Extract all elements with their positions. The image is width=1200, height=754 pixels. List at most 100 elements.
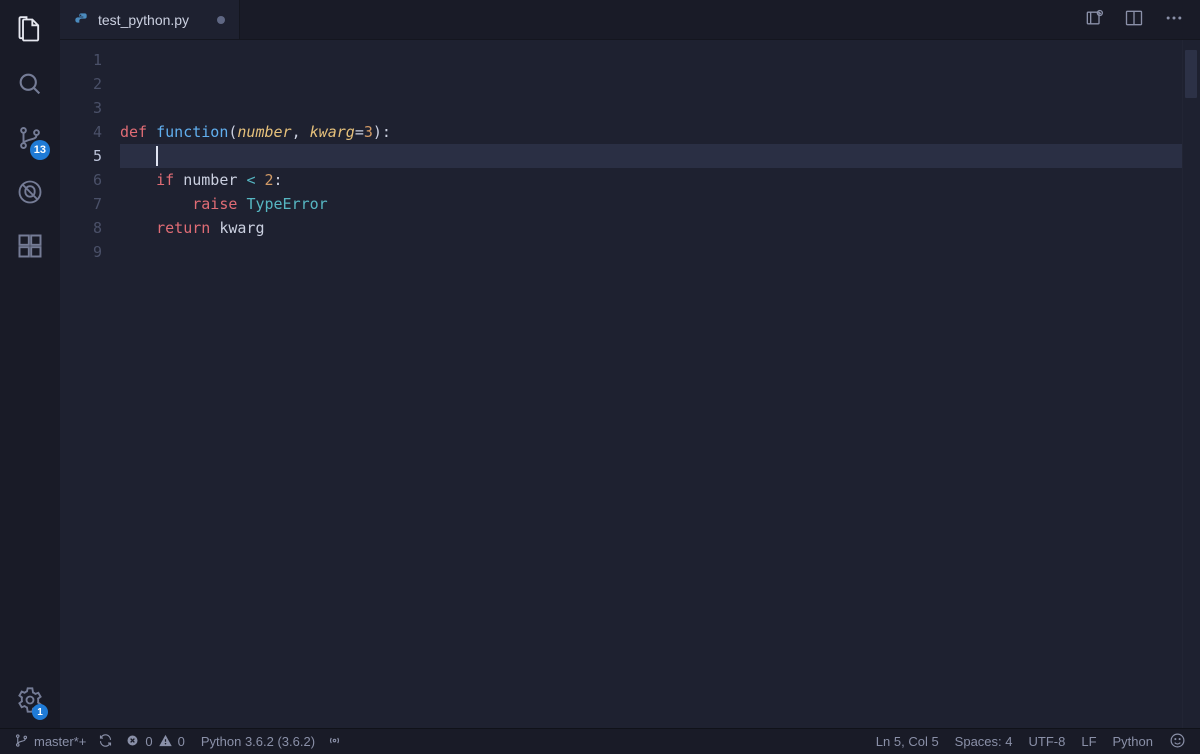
encoding-label: UTF-8: [1029, 734, 1066, 749]
split-editor-button[interactable]: [1116, 2, 1152, 38]
encoding-status[interactable]: UTF-8: [1021, 729, 1074, 754]
spacer: [240, 0, 1068, 39]
eol-label: LF: [1081, 734, 1096, 749]
warning-count: 0: [178, 734, 185, 749]
minimap[interactable]: [1182, 40, 1200, 728]
code-token: [120, 219, 156, 237]
code-token: kwarg: [219, 219, 264, 237]
cursor-position-label: Ln 5, Col 5: [876, 734, 939, 749]
code-line[interactable]: [120, 48, 1182, 72]
code-token: raise: [192, 195, 246, 213]
extensions-icon: [16, 232, 44, 263]
code-token: [120, 171, 156, 189]
line-number: 8: [60, 216, 120, 240]
code-line[interactable]: [120, 144, 1182, 168]
interpreter-label: Python 3.6.2 (3.6.2): [201, 734, 315, 749]
code-content[interactable]: def function(number, kwarg=3): if number…: [120, 40, 1182, 728]
code-line[interactable]: return kwarg: [120, 216, 1182, 240]
line-number: 1: [60, 48, 120, 72]
search-tab[interactable]: [0, 58, 60, 112]
language-mode-status[interactable]: Python: [1105, 729, 1161, 754]
smiley-icon: [1169, 732, 1186, 752]
indentation-status[interactable]: Spaces: 4: [947, 729, 1021, 754]
minimap-slider[interactable]: [1185, 50, 1197, 98]
error-icon: [125, 733, 140, 751]
ellipsis-icon: [1164, 8, 1184, 31]
code-token: =: [355, 123, 364, 141]
code-token: number: [183, 171, 246, 189]
code-token: 3: [364, 123, 373, 141]
open-preview-icon: [1084, 8, 1104, 31]
code-line[interactable]: def function(number, kwarg=3):: [120, 120, 1182, 144]
broadcast-icon: [327, 733, 342, 751]
git-branch-status[interactable]: master*+: [6, 729, 94, 754]
cursor-position-status[interactable]: Ln 5, Col 5: [868, 729, 947, 754]
editor-actions: [1068, 0, 1200, 39]
branch-icon: [14, 733, 29, 751]
code-token: 2: [265, 171, 274, 189]
line-number: 5: [60, 144, 120, 168]
code-line[interactable]: [120, 96, 1182, 120]
settings-badge: 1: [32, 704, 48, 720]
python-interpreter-status[interactable]: Python 3.6.2 (3.6.2): [193, 729, 323, 754]
python-file-icon: [74, 12, 90, 28]
extensions-tab[interactable]: [0, 220, 60, 274]
code-editor[interactable]: 123456789 def function(number, kwarg=3):…: [60, 40, 1200, 728]
code-token: [120, 147, 156, 165]
code-token: function: [156, 123, 228, 141]
code-token: ,: [292, 123, 310, 141]
line-number: 6: [60, 168, 120, 192]
editor-tab[interactable]: test_python.py: [60, 0, 240, 39]
tab-bar: test_python.py: [60, 0, 1200, 40]
editor-group: test_python.py: [60, 0, 1200, 728]
line-number: 2: [60, 72, 120, 96]
code-token: if: [156, 171, 183, 189]
debug-tab[interactable]: [0, 166, 60, 220]
warning-icon: [158, 733, 173, 751]
live-share-status[interactable]: [323, 729, 346, 754]
line-number: 3: [60, 96, 120, 120]
branch-name: master*+: [34, 734, 86, 749]
status-bar: master*+ 0 0 Python 3.6.2 (3.6.2): [0, 728, 1200, 754]
line-number: 4: [60, 120, 120, 144]
app-root: 13 1 test_python.py: [0, 0, 1200, 754]
files-icon: [16, 16, 44, 47]
dirty-indicator-icon: [217, 16, 225, 24]
eol-status[interactable]: LF: [1073, 729, 1104, 754]
source-control-tab[interactable]: 13: [0, 112, 60, 166]
line-number-gutter: 123456789: [60, 40, 120, 728]
activity-bar: 13 1: [0, 0, 60, 728]
code-token: def: [120, 123, 156, 141]
code-token: <: [246, 171, 264, 189]
code-token: :: [274, 171, 283, 189]
code-token: ):: [373, 123, 391, 141]
code-line[interactable]: [120, 240, 1182, 264]
split-horizontal-icon: [1124, 8, 1144, 31]
error-count: 0: [145, 734, 152, 749]
explorer-tab[interactable]: [0, 4, 60, 58]
feedback-status[interactable]: [1161, 729, 1194, 754]
settings-tab[interactable]: 1: [0, 674, 60, 728]
code-line[interactable]: if number < 2:: [120, 168, 1182, 192]
code-token: [120, 195, 192, 213]
line-number: 9: [60, 240, 120, 264]
code-token: kwarg: [310, 123, 355, 141]
line-number: 7: [60, 192, 120, 216]
git-sync-status[interactable]: [94, 729, 117, 754]
more-actions-button[interactable]: [1156, 2, 1192, 38]
search-icon: [16, 70, 44, 101]
code-token: TypeError: [246, 195, 327, 213]
code-token: return: [156, 219, 219, 237]
problems-status[interactable]: 0 0: [117, 729, 192, 754]
scm-badge: 13: [30, 140, 50, 160]
sync-icon: [98, 733, 113, 751]
no-bug-icon: [16, 178, 44, 209]
language-label: Python: [1113, 734, 1153, 749]
code-token: number: [237, 123, 291, 141]
tab-filename: test_python.py: [98, 12, 189, 28]
code-line[interactable]: [120, 72, 1182, 96]
code-line[interactable]: raise TypeError: [120, 192, 1182, 216]
text-cursor: [156, 146, 158, 166]
indentation-label: Spaces: 4: [955, 734, 1013, 749]
open-changes-button[interactable]: [1076, 2, 1112, 38]
